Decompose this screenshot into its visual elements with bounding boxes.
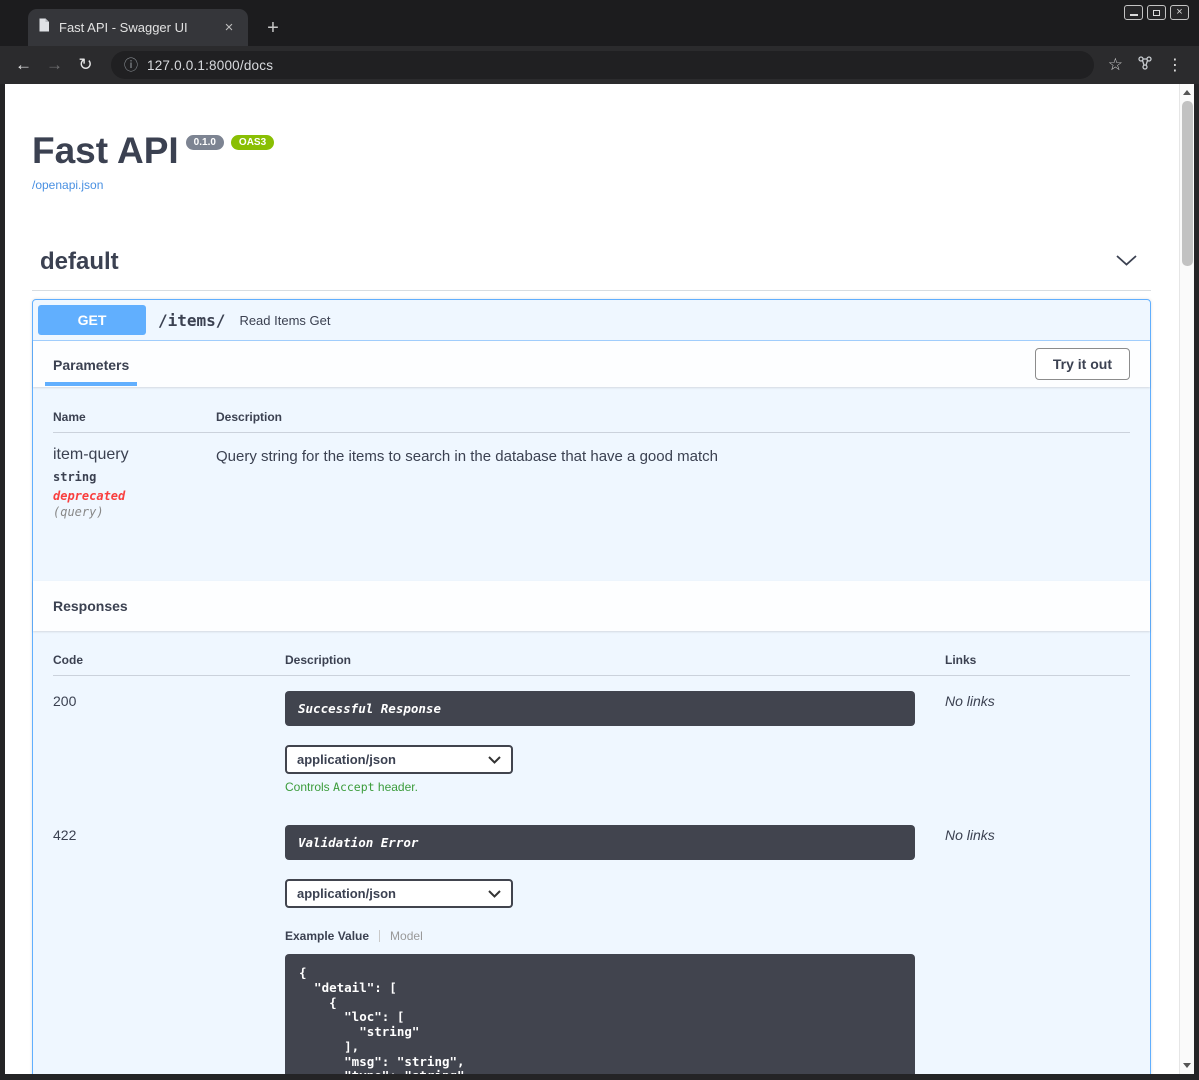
response-code: 422	[53, 827, 77, 843]
operation-summary-text: Read Items Get	[239, 312, 331, 328]
media-type-value: application/json	[297, 752, 396, 767]
minimize-button[interactable]	[1124, 5, 1143, 20]
triangle-up-icon	[1183, 90, 1191, 95]
maximize-button[interactable]	[1147, 5, 1166, 20]
parameters-table-header: Name Description	[53, 402, 1130, 433]
operation-summary[interactable]: GET /items/ Read Items Get	[33, 300, 1150, 341]
minimize-icon	[1129, 14, 1138, 16]
new-tab-button[interactable]: +	[260, 15, 286, 41]
chevron-down-icon[interactable]	[1116, 253, 1137, 271]
maximize-icon	[1153, 9, 1160, 16]
openapi-spec-link[interactable]: /openapi.json	[32, 178, 1151, 192]
bookmark-star-icon[interactable]: ☆	[1108, 55, 1123, 75]
example-model-tabs: Example Value Model	[285, 929, 945, 943]
browser-navbar: ← → ↻ ⓘ 127.0.0.1:8000/docs ☆ ⋮	[0, 46, 1199, 84]
tab-title: Fast API - Swagger UI	[59, 20, 188, 35]
page-favicon-icon	[38, 18, 50, 37]
scroll-up-button[interactable]	[1180, 85, 1194, 100]
response-description-cell: Successful Response application/json Con…	[285, 691, 945, 794]
media-type-select[interactable]: application/json	[285, 879, 513, 908]
parameters-table: Name Description item-query string depre…	[33, 387, 1150, 581]
browser-titlebar: Fast API - Swagger UI × + ×	[0, 0, 1199, 46]
operation-path: /items/	[158, 310, 226, 330]
chevron-down-icon	[488, 752, 501, 767]
tag-section-header[interactable]: default	[32, 248, 1151, 291]
close-button[interactable]: ×	[1170, 5, 1189, 20]
table-row: item-query string deprecated (query) Que…	[53, 433, 1130, 519]
scroll-down-button[interactable]	[1180, 1058, 1194, 1073]
response-links: No links	[945, 693, 995, 709]
table-row: 200 Successful Response application/json…	[53, 676, 1130, 794]
try-it-out-button[interactable]: Try it out	[1034, 348, 1130, 380]
tab-close-icon[interactable]: ×	[220, 19, 238, 37]
parameter-description: Query string for the items to search in …	[216, 448, 718, 465]
tag-title: default	[40, 248, 119, 275]
column-header-description: Description	[216, 410, 283, 424]
example-code-block: { "detail": [ { "loc": [ "string" ], "ms…	[285, 954, 915, 1074]
media-type-value: application/json	[297, 886, 396, 901]
example-json: { "detail": [ { "loc": [ "string" ], "ms…	[299, 965, 465, 1074]
swagger-ui: Fast API 0.1.0 OAS3 /openapi.json defaul…	[5, 84, 1194, 1074]
url-text: 127.0.0.1:8000/docs	[147, 57, 274, 73]
table-row: 422 Validation Error application/json Ex…	[53, 810, 1130, 1074]
parameter-name-cell: item-query string deprecated (query)	[53, 446, 216, 519]
parameter-location: (query)	[53, 505, 104, 519]
parameter-type: string	[53, 470, 97, 484]
page-content: Fast API 0.1.0 OAS3 /openapi.json defaul…	[5, 84, 1194, 1074]
page-title: Fast API	[32, 130, 179, 171]
responses-section-header: Responses	[33, 581, 1150, 631]
chevron-down-icon	[488, 886, 501, 901]
responses-table-header: Code Description Links	[53, 643, 1130, 676]
column-header-code: Code	[53, 653, 83, 667]
column-header-description: Description	[285, 653, 352, 667]
window-controls: ×	[1124, 5, 1189, 20]
media-type-select[interactable]: application/json	[285, 745, 513, 774]
version-badge: 0.1.0	[185, 135, 224, 150]
navbar-right-icons: ☆ ⋮	[1108, 55, 1183, 76]
oas-badge: OAS3	[230, 135, 275, 150]
forward-button[interactable]: →	[41, 52, 68, 79]
parameter-name: item-query	[53, 446, 129, 463]
accept-header-note: Controls Accept header.	[285, 780, 418, 794]
response-code: 200	[53, 693, 77, 709]
reload-button[interactable]: ↻	[72, 52, 99, 79]
api-info-header: Fast API 0.1.0 OAS3	[32, 132, 1151, 169]
url-bar[interactable]: ⓘ 127.0.0.1:8000/docs	[111, 51, 1094, 79]
column-header-name: Name	[53, 410, 86, 424]
response-description-cell: Validation Error application/json Exampl…	[285, 825, 945, 1074]
tab-example-value[interactable]: Example Value	[285, 929, 369, 943]
page-scrollbar[interactable]	[1179, 84, 1194, 1074]
parameters-section-header: Parameters Try it out	[33, 341, 1150, 387]
accept-code: Accept	[333, 780, 375, 794]
response-links: No links	[945, 827, 995, 843]
back-button[interactable]: ←	[10, 52, 37, 79]
column-header-links: Links	[945, 653, 977, 667]
operation-block: GET /items/ Read Items Get Parameters Tr…	[32, 299, 1151, 1074]
parameter-deprecated-label: deprecated	[53, 489, 126, 503]
http-method-badge: GET	[38, 305, 146, 335]
responses-title: Responses	[53, 598, 128, 614]
responses-table: Code Description Links 200 Successful Re…	[33, 631, 1150, 1074]
response-description: Validation Error	[285, 825, 915, 860]
triangle-down-icon	[1183, 1063, 1191, 1068]
scrollbar-thumb[interactable]	[1182, 101, 1193, 266]
browser-tab[interactable]: Fast API - Swagger UI ×	[28, 9, 248, 46]
tab-divider	[379, 930, 381, 942]
browser-extension-icon[interactable]	[1137, 55, 1153, 76]
tab-model[interactable]: Model	[390, 929, 423, 943]
parameters-tab[interactable]: Parameters	[45, 343, 138, 386]
site-info-icon[interactable]: ⓘ	[124, 55, 138, 75]
browser-menu-button[interactable]: ⋮	[1167, 55, 1183, 75]
response-description: Successful Response	[285, 691, 915, 726]
